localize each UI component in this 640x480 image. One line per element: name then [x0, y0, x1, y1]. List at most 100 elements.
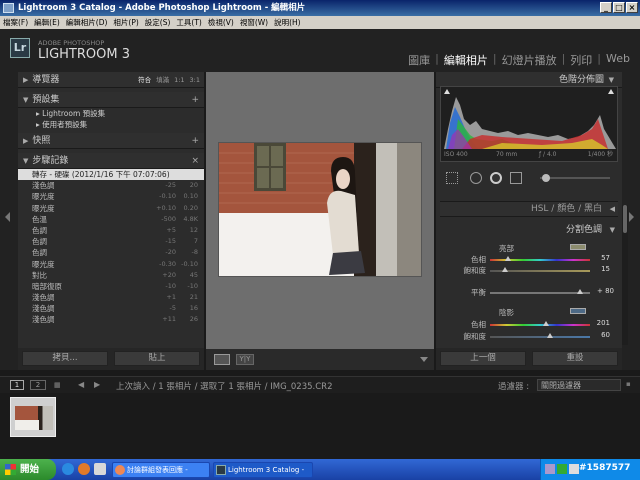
window-titlebar: Lightroom 3 Catalog - Adobe Photoshop Li… — [0, 0, 640, 16]
history-step[interactable]: 曝光度 -0.10 0.10 — [18, 191, 204, 202]
module-develop[interactable]: 編輯相片 — [444, 52, 488, 68]
add-preset-icon[interactable]: + — [191, 92, 199, 108]
history-step[interactable]: 曝光度 +0.10 0.20 — [18, 203, 204, 214]
history-step[interactable]: 淺色調 -25 20 — [18, 180, 204, 191]
preset-folder[interactable]: ▸ 使用者預設集 — [18, 119, 204, 130]
filmstrip-source-path[interactable]: 上次讀入 / 1 張相片 / 選取了 1 張相片 / IMG_0235.CR2 — [116, 380, 333, 392]
ie-icon[interactable] — [62, 463, 74, 475]
module-print[interactable]: 列印 — [570, 52, 592, 68]
balance-slider[interactable] — [490, 289, 590, 294]
adjustment-brush-icon[interactable] — [542, 174, 550, 182]
preset-folder[interactable]: ▸ Lightroom 預設集 — [18, 108, 204, 119]
shadows-hue-slider[interactable] — [490, 321, 590, 326]
history-step[interactable]: 轉存 - 硬碟 (2012/1/16 下午 07:07:06) — [18, 169, 204, 181]
crop-icon[interactable] — [446, 172, 458, 184]
taskbar-item-lightroom[interactable]: Lightroom 3 Catalog - — [213, 462, 313, 478]
copy-settings-button[interactable]: 拷貝... — [22, 351, 108, 366]
forward-arrow-icon[interactable]: ▶ — [94, 380, 100, 389]
history-step[interactable]: 色調 -20 -8 — [18, 247, 204, 258]
add-snapshot-icon[interactable]: + — [191, 133, 199, 149]
zoom-fit[interactable]: 符合 — [138, 72, 151, 88]
tray-lang-icon[interactable] — [545, 464, 555, 474]
paste-settings-button[interactable]: 貼上 — [114, 351, 200, 366]
history-step[interactable]: 淺色調 +11 26 — [18, 314, 204, 325]
filter-lock-icon[interactable]: ▪ — [626, 380, 631, 388]
zoom-1-1[interactable]: 1:1 — [174, 72, 184, 88]
highlights-saturation-value[interactable]: 15 — [590, 265, 610, 273]
history-step[interactable]: 色調 +5 12 — [18, 225, 204, 236]
shadows-saturation-value[interactable]: 60 — [590, 331, 610, 339]
filter-dropdown[interactable]: 關閉過濾器 — [537, 379, 621, 391]
spot-removal-icon[interactable] — [470, 172, 482, 184]
before-after-icon[interactable]: Y|Y — [236, 354, 254, 365]
navigator-header[interactable]: ▶ 導覽器 符合 填滿 1:1 3:1 — [18, 72, 204, 88]
back-arrow-icon[interactable]: ◀ — [78, 380, 84, 389]
reset-button[interactable]: 重設 — [532, 351, 618, 366]
tray-volume-icon[interactable] — [569, 464, 579, 474]
module-library[interactable]: 圖庫 — [408, 52, 430, 68]
shadows-swatch[interactable] — [570, 308, 586, 314]
tab-color[interactable]: 顏色 — [557, 204, 575, 214]
history-step[interactable]: 對比 +20 45 — [18, 270, 204, 281]
history-step[interactable]: 淺色調 +1 21 — [18, 292, 204, 303]
graduated-filter-icon[interactable] — [510, 172, 522, 184]
module-slideshow[interactable]: 幻燈片播放 — [502, 52, 557, 68]
toolbar-menu-icon[interactable] — [420, 357, 428, 362]
right-scrollbar[interactable] — [622, 205, 628, 345]
highlights-hue-slider[interactable] — [490, 256, 590, 261]
history-step[interactable]: 曝光度 -0.30 -0.10 — [18, 259, 204, 270]
secondary-window-button[interactable]: 2 — [30, 380, 46, 390]
menu-window[interactable]: 視窗(W) — [237, 18, 271, 27]
highlights-saturation-slider[interactable] — [490, 267, 590, 272]
maximize-button[interactable]: □ — [613, 2, 625, 13]
scrollbar-thumb[interactable] — [623, 205, 627, 233]
menu-edit[interactable]: 編輯(E) — [31, 18, 63, 27]
history-step[interactable]: 淺色調 -5 16 — [18, 303, 204, 314]
close-button[interactable]: × — [626, 2, 638, 13]
split-toning-header[interactable]: 分割色調 ▼ — [440, 223, 618, 237]
history-step[interactable]: 色調 -15 7 — [18, 236, 204, 247]
desktop-icon[interactable] — [94, 463, 106, 475]
menu-settings[interactable]: 設定(S) — [142, 18, 174, 27]
start-button[interactable]: 開始 — [0, 459, 56, 480]
snapshots-header[interactable]: ▶ 快照 + — [18, 133, 204, 149]
highlight-clipping-icon[interactable] — [608, 89, 614, 94]
adjustment-brush-slider[interactable] — [540, 174, 610, 182]
loupe-view-icon[interactable] — [214, 354, 230, 365]
zoom-fill[interactable]: 填滿 — [156, 72, 169, 88]
collapse-left-icon[interactable] — [5, 212, 10, 222]
shadows-saturation-slider[interactable] — [490, 333, 590, 338]
tab-hsl[interactable]: HSL — [531, 204, 549, 214]
previous-button[interactable]: 上一個 — [440, 351, 526, 366]
menu-develop[interactable]: 編輯相片(D) — [63, 18, 111, 27]
clear-history-icon[interactable]: × — [191, 153, 199, 169]
tool-strip — [440, 168, 618, 188]
tab-bw[interactable]: 黑白 — [584, 204, 602, 214]
shadow-clipping-icon[interactable] — [444, 89, 450, 94]
history-step[interactable]: 色溫 -500 4.8K — [18, 214, 204, 225]
menu-view[interactable]: 檢視(V) — [205, 18, 237, 27]
menu-photo[interactable]: 相片(P) — [110, 18, 141, 27]
minimize-button[interactable]: _ — [600, 2, 612, 13]
zoom-3-1[interactable]: 3:1 — [190, 72, 200, 88]
history-header[interactable]: ▼ 步驟記錄 × — [18, 153, 204, 169]
menu-file[interactable]: 檔案(F) — [0, 18, 31, 27]
grid-view-icon[interactable]: ▦ — [54, 381, 61, 389]
module-web[interactable]: Web — [606, 52, 630, 68]
filmstrip-thumbnail[interactable] — [10, 397, 56, 437]
shadows-hue-value[interactable]: 201 — [590, 319, 610, 327]
tray-security-icon[interactable] — [557, 464, 567, 474]
highlights-swatch[interactable] — [570, 244, 586, 250]
collapse-right-icon[interactable] — [629, 212, 634, 222]
presets-header[interactable]: ▼ 預設集 + — [18, 92, 204, 108]
highlights-hue-value[interactable]: 57 — [590, 254, 610, 262]
taskbar-item-forum[interactable]: 討論群組發表回應 - — [112, 462, 210, 478]
menu-help[interactable]: 說明(H) — [271, 18, 304, 27]
firefox-icon[interactable] — [78, 463, 90, 475]
history-step[interactable]: 暗部復原 -10 -10 — [18, 281, 204, 292]
red-eye-icon[interactable] — [490, 172, 502, 184]
primary-window-button[interactable]: 1 — [10, 380, 24, 390]
balance-value[interactable]: + 80 — [590, 287, 614, 295]
photo-preview[interactable] — [218, 142, 422, 277]
menu-tools[interactable]: 工具(T) — [173, 18, 204, 27]
